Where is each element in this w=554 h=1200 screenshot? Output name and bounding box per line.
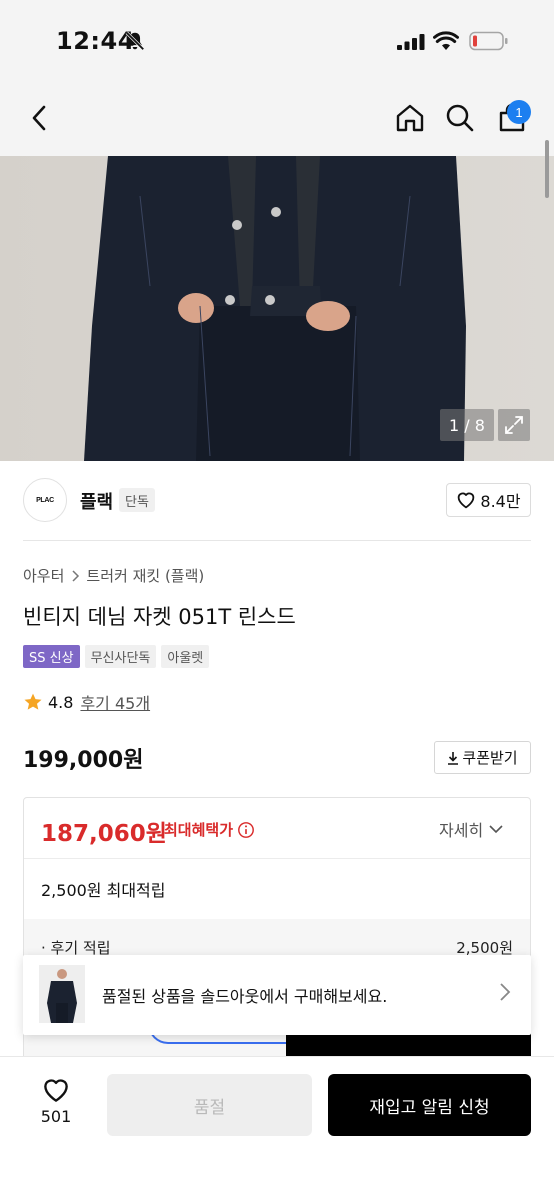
- brand-exclusive-tag: 단독: [119, 488, 155, 512]
- wishlist-button[interactable]: 501: [30, 1077, 82, 1126]
- bell-off-icon: [125, 31, 145, 51]
- benefit-detail-toggle[interactable]: 자세히: [439, 817, 503, 841]
- benefit-detail-label: 자세히: [439, 821, 484, 840]
- breadcrumb-category[interactable]: 아우터: [23, 565, 64, 586]
- wifi-icon: [433, 31, 459, 50]
- breadcrumb-subcategory[interactable]: 트러커 재킷 (플랙): [86, 565, 204, 586]
- product-badges: SS 신상 무신사단독 아울렛: [23, 645, 210, 668]
- divider: [23, 540, 531, 541]
- breadcrumb: 아우터 트러커 재킷 (플랙): [23, 565, 204, 586]
- soldout-banner-text: 품절된 상품을 솔드아웃에서 구매해보세요.: [102, 987, 388, 1006]
- rating-row: 4.8 후기 45개: [23, 690, 150, 714]
- chevron-down-icon: [489, 825, 503, 834]
- brand-like-button[interactable]: 8.4만: [446, 483, 531, 517]
- chevron-left-icon: [32, 105, 46, 131]
- top-nav: [0, 84, 554, 156]
- home-button[interactable]: [392, 100, 428, 136]
- soldout-banner[interactable]: 품절된 상품을 솔드아웃에서 구매해보세요.: [23, 955, 531, 1035]
- wishlist-count: 501: [40, 1107, 72, 1126]
- max-points: 2,500원 최대적립: [41, 881, 166, 900]
- chevron-right-icon: [72, 569, 80, 582]
- expand-image-button[interactable]: [498, 409, 530, 441]
- bottom-action-bar: 501 품절 재입고 알림 신청: [0, 1056, 554, 1200]
- battery-icon: [469, 31, 508, 51]
- image-counter: 1 / 8: [440, 409, 494, 441]
- restock-alert-button[interactable]: 재입고 알림 신청: [328, 1074, 531, 1136]
- star-icon: [24, 693, 42, 710]
- back-button[interactable]: [22, 100, 58, 136]
- soldout-thumbnail: [39, 965, 85, 1023]
- badge-new-season: SS 신상: [23, 645, 80, 668]
- max-benefit-label: 최대혜택가: [164, 819, 255, 840]
- max-benefit-text: 최대혜택가: [164, 821, 234, 839]
- info-icon[interactable]: [237, 821, 255, 839]
- brand-like-count: 8.4만: [480, 492, 521, 511]
- jacket-thumbnail-image: [39, 965, 85, 1023]
- expand-icon: [505, 416, 523, 434]
- coupon-label: 쿠폰받기: [462, 749, 518, 767]
- product-price: 199,000원: [23, 748, 144, 773]
- product-title: 빈티지 데님 자켓 051T 린스드: [23, 605, 296, 629]
- max-benefit-price: 187,060원: [41, 821, 167, 847]
- home-icon: [396, 104, 424, 132]
- review-link[interactable]: 후기 45개: [80, 690, 150, 714]
- download-icon: [448, 751, 459, 765]
- badge-exclusive: 무신사단독: [84, 645, 157, 668]
- heart-icon: [44, 1079, 68, 1102]
- chevron-right-icon: [500, 983, 511, 1001]
- soldout-button[interactable]: 품절: [107, 1074, 312, 1136]
- signal-icon: [397, 34, 425, 50]
- badge-outlet: 아울렛: [161, 645, 210, 668]
- brand-name[interactable]: 플랙: [80, 488, 113, 514]
- heart-icon: [458, 492, 475, 509]
- scrollbar[interactable]: [545, 140, 549, 198]
- rating-value: 4.8: [48, 692, 74, 712]
- benefit-divider: [24, 858, 530, 859]
- brand-logo[interactable]: PLAC: [23, 478, 67, 522]
- cart-count-badge: 1: [507, 100, 531, 124]
- search-button[interactable]: [442, 100, 478, 136]
- search-icon: [446, 104, 474, 132]
- brand-row: PLAC 플랙 단독 8.4만: [0, 462, 554, 540]
- coupon-button[interactable]: 쿠폰받기: [434, 741, 531, 774]
- status-bar: 12:44: [0, 0, 554, 84]
